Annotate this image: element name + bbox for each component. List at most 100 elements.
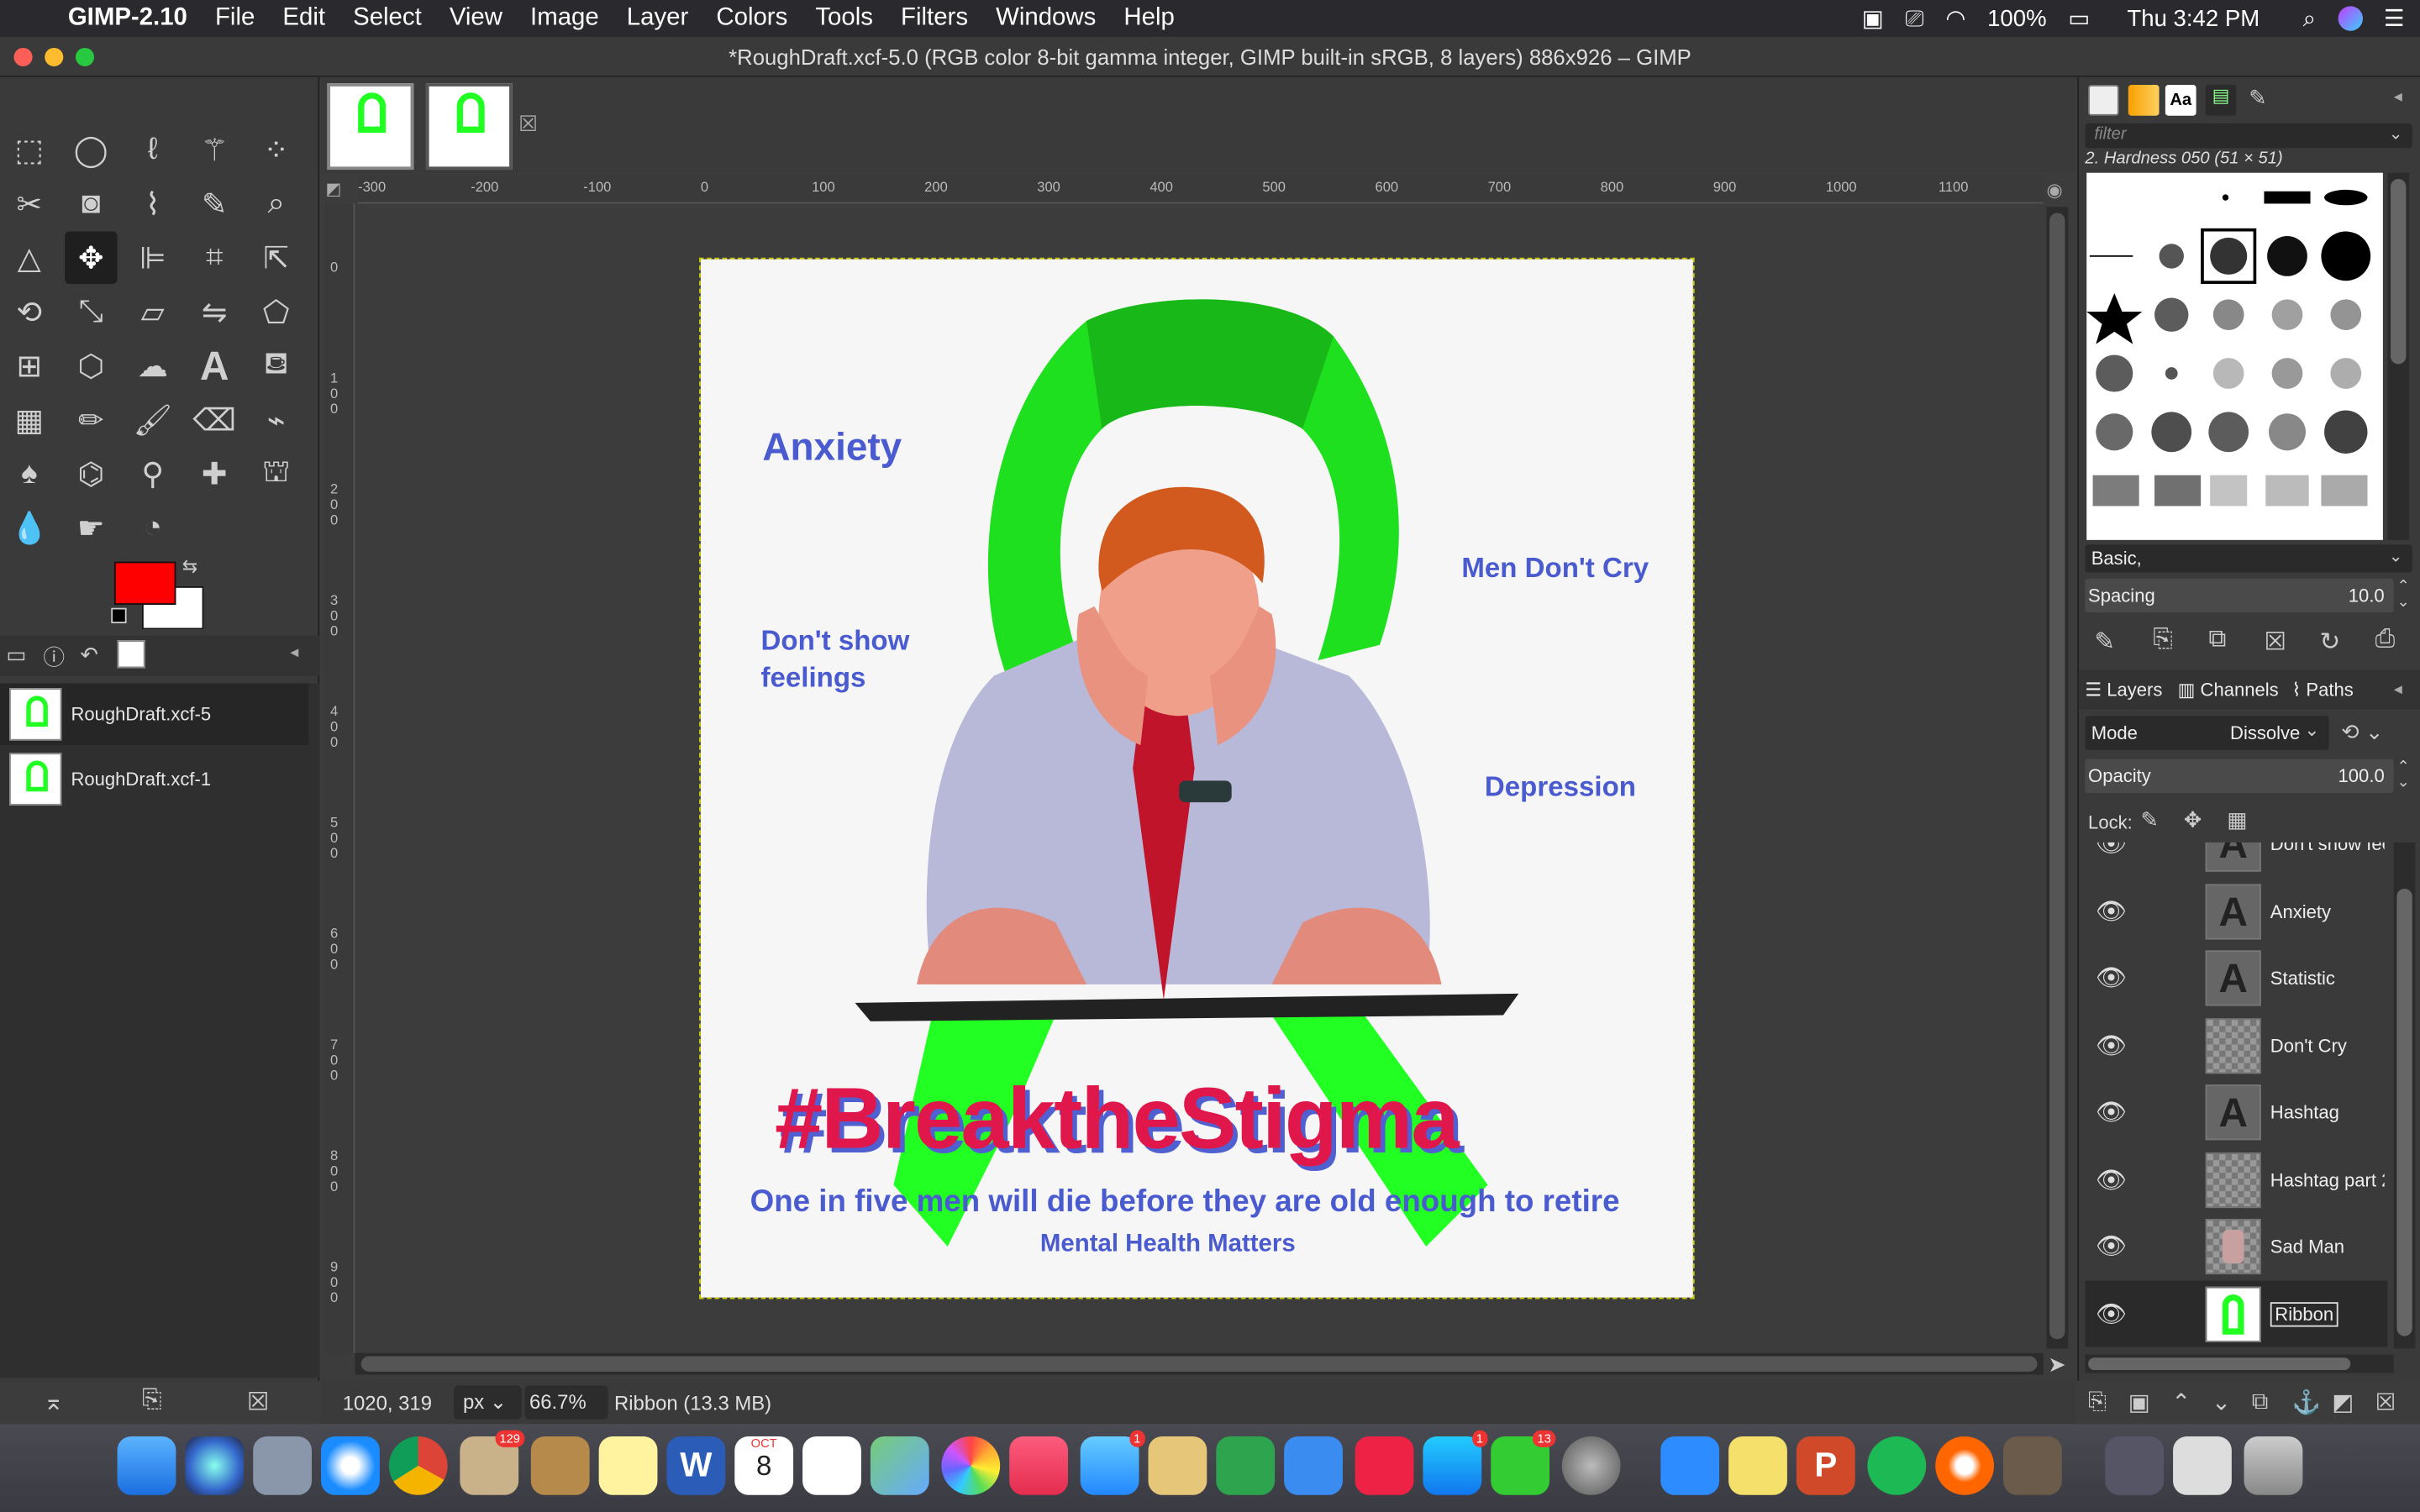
refresh-brushes-icon[interactable]: ↻ [2320, 627, 2341, 658]
zoom-image-icon[interactable]: ➤ [2048, 1352, 2066, 1378]
tab-layers[interactable]: ☰ Layers [2085, 679, 2162, 701]
menu-colors[interactable]: Colors [716, 5, 787, 33]
scale-tool-icon[interactable]: ⤡ [65, 286, 117, 338]
swap-colors-icon[interactable]: ⇆ [182, 555, 197, 577]
heal-tool-icon[interactable]: ✚ [188, 448, 240, 500]
layer-row-selected[interactable]: 👁 Ribbon [2085, 1280, 2388, 1347]
dodge-burn-tool-icon[interactable]: ◔ [127, 501, 179, 554]
menu-filters[interactable]: Filters [901, 5, 968, 33]
layers-scrollbar[interactable] [2393, 842, 2416, 1349]
handle-transform-tool-icon[interactable]: ⊞ [3, 339, 55, 391]
quick-mask-corner-icon[interactable]: ◩ [326, 179, 342, 199]
stickies-icon[interactable] [1728, 1436, 1787, 1495]
open-brush-as-image-icon[interactable]: ⎙ [2375, 627, 2396, 654]
perspective-clone-tool-icon[interactable]: ⛫ [250, 448, 302, 500]
smudge-tool-icon[interactable]: ☛ [65, 501, 117, 554]
chevron-down-icon[interactable]: ⌄ [2304, 719, 2319, 741]
menu-file[interactable]: File [215, 5, 255, 33]
image-tab[interactable] [425, 83, 513, 171]
raise-view-icon[interactable]: ⌅ [43, 1387, 64, 1418]
unit-select[interactable]: px ⌄ [453, 1385, 522, 1420]
vertical-scrollbar[interactable] [2046, 207, 2069, 1349]
anchor-layer-icon[interactable]: ⚓ [2291, 1389, 2320, 1416]
news-icon[interactable] [1355, 1436, 1414, 1495]
notes-icon[interactable] [598, 1436, 658, 1495]
safari-icon[interactable] [321, 1436, 380, 1495]
music-icon[interactable] [1009, 1436, 1068, 1495]
document-history-tab-icon[interactable]: ▤ [2205, 85, 2237, 116]
origin-icon[interactable] [1935, 1436, 1995, 1495]
layer-name[interactable]: Ribbon [2270, 1301, 2338, 1326]
menu-help[interactable]: Help [1123, 5, 1174, 33]
foreground-color-swatch[interactable] [113, 561, 176, 605]
delete-image-icon[interactable]: ☒ [247, 1387, 269, 1418]
new-layer-icon[interactable]: ⎘ [2088, 1389, 2107, 1415]
layer-row[interactable]: 👁 A Don't show fee [2085, 842, 2387, 876]
new-image-icon[interactable]: ⎘ [142, 1387, 162, 1415]
move-tool-icon[interactable]: ✥ [65, 231, 118, 284]
eye-icon[interactable]: 👁 [2094, 1231, 2128, 1262]
keynote-icon[interactable] [1284, 1436, 1343, 1495]
layer-row[interactable]: 👁 A Hashtag [2085, 1079, 2387, 1145]
tab-menu-icon[interactable]: ◂ [290, 642, 298, 662]
foreground-select-tool-icon[interactable]: ◙ [65, 177, 117, 229]
contacts-icon[interactable] [530, 1436, 590, 1495]
rect-select-tool-icon[interactable]: ⬚ [3, 123, 55, 176]
menu-view[interactable]: View [450, 5, 502, 33]
chevron-down-icon[interactable]: ⌄ [2389, 123, 2403, 144]
brush-preset-select[interactable]: Basic, ⌄ [2085, 544, 2412, 573]
reminders-icon[interactable] [802, 1436, 861, 1495]
siri-icon[interactable] [2337, 6, 2363, 31]
eraser-tool-icon[interactable]: ⌫ [188, 393, 240, 445]
image-row[interactable]: RoughDraft.xcf-1 [0, 748, 308, 810]
close-window-button[interactable] [13, 47, 33, 66]
gradient-tool-icon[interactable]: ▦ [3, 393, 55, 445]
eye-icon[interactable]: 👁 [2094, 1030, 2128, 1061]
ink-tool-icon[interactable]: ♠ [3, 448, 55, 500]
align-tool-icon[interactable]: ⊫ [127, 232, 179, 284]
canvas-image[interactable]: Anxiety Men Don't Cry Don't show feeling… [699, 257, 1695, 1299]
spotlight-icon[interactable]: ⌕ [2303, 5, 2316, 31]
eye-icon[interactable]: 👁 [2094, 895, 2128, 927]
menu-tools[interactable]: Tools [815, 5, 873, 33]
shear-tool-icon[interactable]: ▱ [127, 286, 179, 338]
fuzzy-select-tool-icon[interactable]: ⚚ [188, 123, 240, 176]
zoom-tool-icon[interactable]: ⌕ [250, 177, 302, 229]
new-layer-group-icon[interactable]: ▣ [2128, 1389, 2150, 1416]
blur-tool-icon[interactable]: 💧 [3, 501, 55, 554]
horizontal-scrollbar[interactable] [355, 1352, 2044, 1375]
paint-dynamics-tab-icon[interactable]: ✎ [2243, 85, 2274, 116]
airplay-icon[interactable]: ⎚ [1906, 5, 1924, 31]
brush-grid-scrollbar[interactable] [2387, 172, 2410, 540]
maps-icon[interactable] [870, 1436, 929, 1495]
chevron-down-icon[interactable]: ⌄ [2389, 546, 2403, 566]
brushes-tab-icon[interactable] [2088, 85, 2119, 116]
measure-tool-icon[interactable]: △ [3, 232, 55, 284]
menu-windows[interactable]: Windows [996, 5, 1096, 33]
app-store-icon[interactable]: 1 [1423, 1430, 1488, 1495]
siri-icon[interactable] [185, 1436, 245, 1495]
mail-icon[interactable]: 129 [460, 1430, 525, 1495]
trash-icon[interactable] [2244, 1436, 2303, 1495]
brush-spacing-slider[interactable]: Spacing 10.0 [2085, 578, 2394, 613]
default-colors-icon[interactable] [111, 607, 127, 624]
eye-icon[interactable]: 👁 [2094, 1164, 2128, 1195]
bucket-fill-tool-icon[interactable]: ⛾ [250, 339, 302, 391]
warp-tool-icon[interactable]: ☁ [127, 339, 179, 391]
image-row[interactable]: RoughDraft.xcf-5 [0, 683, 309, 746]
calendar-icon[interactable]: OCT 8 [734, 1436, 794, 1495]
finder-icon[interactable] [117, 1436, 176, 1495]
paintbrush-tool-icon[interactable]: 🖌 [127, 393, 179, 445]
image-tab-active[interactable] [327, 83, 414, 171]
mypaint-brush-tool-icon[interactable]: ⌬ [65, 448, 117, 500]
clock[interactable]: Thu 3:42 PM [2127, 5, 2260, 31]
photos-icon[interactable] [941, 1436, 1001, 1495]
layer-row[interactable]: 👁 Hashtag part 2 [2085, 1147, 2387, 1213]
tab-paths[interactable]: ⌇ Paths [2291, 679, 2353, 701]
color-picker-tool-icon[interactable]: ✎ [188, 177, 240, 229]
minimize-window-button[interactable] [45, 47, 64, 66]
duplicate-layer-icon[interactable]: ⧉ [2252, 1389, 2269, 1415]
unified-transform-tool-icon[interactable]: ⇱ [250, 232, 302, 284]
launchpad-icon[interactable] [253, 1436, 313, 1495]
eye-icon[interactable]: 👁 [2094, 1096, 2128, 1127]
